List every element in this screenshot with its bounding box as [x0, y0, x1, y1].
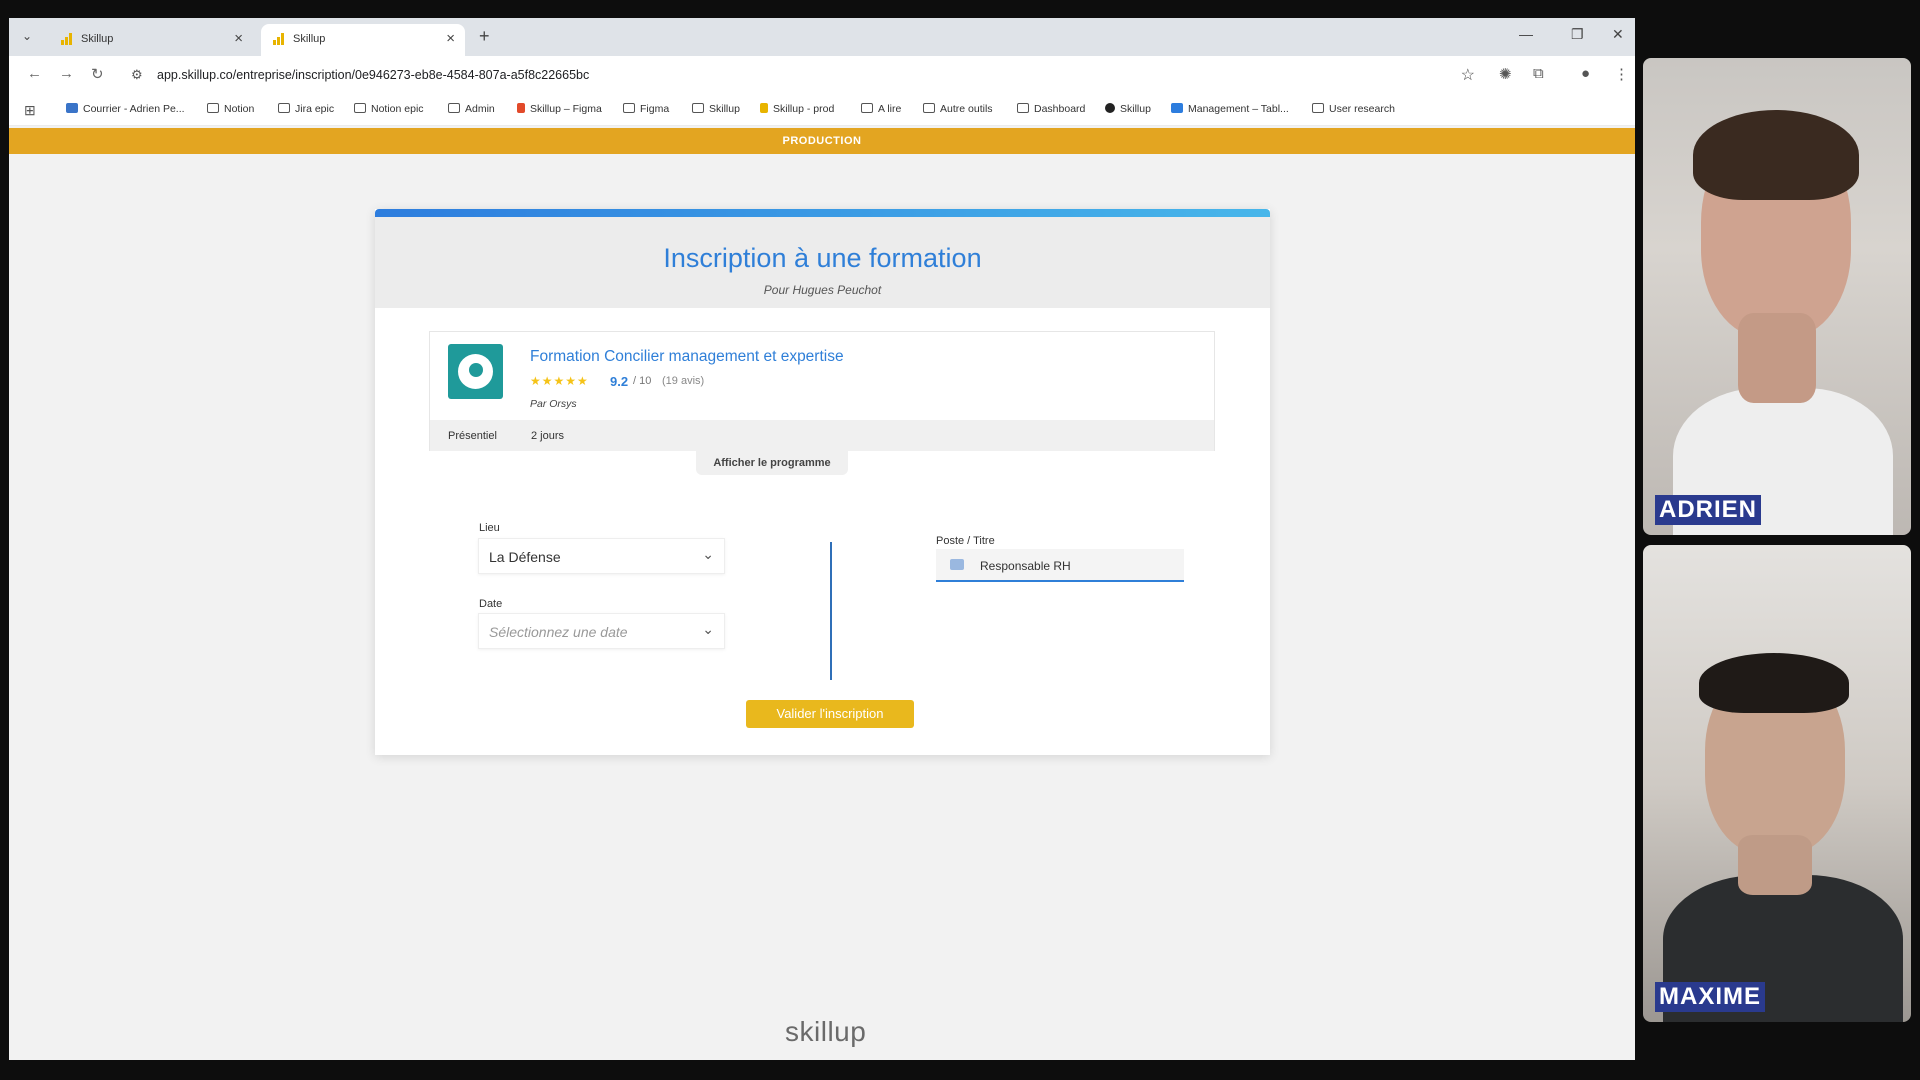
skillup-favicon-icon: [273, 33, 285, 45]
participant-name-tag: MAXIME: [1655, 982, 1765, 1012]
course-title[interactable]: Formation Concilier management et expert…: [530, 348, 844, 366]
reload-icon[interactable]: ↻: [91, 65, 104, 83]
bookmark-skillup-github[interactable]: Skillup: [1105, 103, 1151, 115]
production-banner: PRODUCTION: [9, 128, 1635, 154]
browser-toolbar: ← → ↻ ⚙ app.skillup.co/entreprise/inscri…: [9, 56, 1635, 94]
apps-grid-icon[interactable]: ⊞: [24, 102, 36, 119]
form-divider: [830, 542, 832, 680]
course-provider: Par Orsys: [530, 398, 577, 410]
bookmark-management[interactable]: Management – Tabl...: [1171, 103, 1289, 115]
review-count: (19 avis): [662, 375, 705, 387]
extensions-puzzle-icon[interactable]: ⧉: [1533, 65, 1544, 82]
folder-icon: [207, 103, 219, 113]
lieu-label: Lieu: [479, 522, 500, 534]
poste-input[interactable]: Responsable RH: [936, 549, 1184, 582]
course-card[interactable]: Formation Concilier management et expert…: [429, 331, 1215, 451]
new-tab-icon[interactable]: +: [479, 26, 490, 47]
extension-icon[interactable]: ✺: [1499, 65, 1512, 83]
bookmarks-bar: ⊞ Courrier - Adrien Pe... Notion Jira ep…: [9, 94, 1635, 126]
skillup-icon: [760, 103, 768, 113]
page-title: Inscription à une formation: [663, 243, 982, 273]
poste-label: Poste / Titre: [936, 535, 995, 547]
date-label: Date: [479, 598, 503, 610]
participant-name-tag: ADRIEN: [1655, 495, 1762, 525]
bookmark-skillup-figma[interactable]: Skillup – Figma: [517, 103, 602, 115]
chevron-down-icon: ⌄: [702, 621, 714, 637]
folder-icon: [1017, 103, 1029, 113]
address-bar[interactable]: ⚙ app.skillup.co/entreprise/inscription/…: [123, 61, 1483, 89]
github-icon: [1105, 103, 1115, 113]
minimize-icon[interactable]: —: [1519, 26, 1533, 42]
tab-skillup-1[interactable]: Skillup ×: [49, 24, 253, 56]
tab-title: Skillup: [293, 33, 326, 45]
page-subtitle: Pour Hugues Peuchot: [763, 283, 882, 297]
folder-icon: [692, 103, 704, 113]
rating-value: 9.2: [610, 374, 629, 389]
menu-kebab-icon[interactable]: ⋮: [1614, 65, 1629, 83]
bookmark-skillup-prod[interactable]: Skillup - prod: [760, 103, 834, 115]
chevron-down-icon: ⌄: [702, 546, 714, 562]
tab-title: Skillup: [81, 33, 114, 45]
bookmark-skillup[interactable]: Skillup: [692, 103, 740, 115]
bookmark-figma[interactable]: Figma: [623, 103, 669, 115]
close-tab-icon[interactable]: ×: [234, 30, 243, 47]
briefcase-icon: [950, 559, 964, 570]
figma-icon: [517, 103, 525, 113]
bookmark-admin[interactable]: Admin: [448, 103, 495, 115]
rating-stars-icon: ★★★★★: [530, 374, 589, 388]
folder-icon: [354, 103, 366, 113]
jira-icon: [1171, 103, 1183, 113]
bookmark-star-icon[interactable]: ☆: [1461, 65, 1475, 85]
folder-icon: [623, 103, 635, 113]
bookmark-dashboard[interactable]: Dashboard: [1017, 103, 1085, 115]
skillup-footer-logo: skillup: [785, 1016, 867, 1047]
folder-icon: [278, 103, 290, 113]
bookmark-user-research[interactable]: User research: [1312, 103, 1395, 115]
lieu-select[interactable]: La Défense ⌄: [478, 538, 725, 574]
bookmark-autre-outils[interactable]: Autre outils: [923, 103, 993, 115]
course-mode: Présentiel: [448, 430, 497, 442]
profile-icon[interactable]: ●: [1581, 65, 1590, 82]
bookmark-notion[interactable]: Notion: [207, 103, 254, 115]
site-settings-icon[interactable]: ⚙: [131, 67, 143, 83]
browser-window: ⌄ Skillup × Skillup × + — ❐ ✕ ← → ↻ ⚙ ap…: [9, 18, 1635, 1060]
course-provider-logo: [448, 344, 503, 399]
url-text: app.skillup.co/entreprise/inscription/0e…: [157, 68, 590, 82]
submit-inscription-button[interactable]: Valider l'inscription: [746, 700, 914, 728]
restore-icon[interactable]: ❐: [1571, 26, 1584, 43]
close-window-icon[interactable]: ✕: [1612, 26, 1624, 43]
card-header: Inscription à une formation Pour Hugues …: [375, 217, 1270, 308]
folder-icon: [861, 103, 873, 113]
card-accent-line: [375, 209, 1270, 217]
tab-search-chevron-icon[interactable]: ⌄: [17, 26, 37, 46]
show-program-button[interactable]: Afficher le programme: [696, 451, 848, 475]
lieu-value: La Défense: [489, 549, 561, 565]
outlook-icon: [66, 103, 78, 113]
video-tile-adrien: ADRIEN: [1643, 58, 1911, 535]
date-select[interactable]: Sélectionnez une date ⌄: [478, 613, 725, 649]
bookmark-a-lire[interactable]: A lire: [861, 103, 901, 115]
folder-icon: [1312, 103, 1324, 113]
bookmark-courrier[interactable]: Courrier - Adrien Pe...: [66, 103, 185, 115]
forward-icon[interactable]: →: [59, 65, 74, 82]
video-tile-maxime: MAXIME: [1643, 545, 1911, 1022]
inscription-card: Inscription à une formation Pour Hugues …: [375, 209, 1270, 755]
poste-value: Responsable RH: [980, 559, 1071, 573]
folder-icon: [923, 103, 935, 113]
course-duration: 2 jours: [531, 430, 565, 442]
back-icon[interactable]: ←: [27, 65, 42, 82]
tab-bar: ⌄ Skillup × Skillup × + — ❐ ✕: [9, 18, 1635, 56]
bookmark-notion-epic[interactable]: Notion epic: [354, 103, 424, 115]
date-placeholder: Sélectionnez une date: [489, 624, 628, 640]
close-tab-icon[interactable]: ×: [446, 30, 455, 47]
rating-max: / 10: [633, 375, 652, 387]
tab-skillup-2[interactable]: Skillup ×: [261, 24, 465, 56]
folder-icon: [448, 103, 460, 113]
bookmark-jira-epic[interactable]: Jira epic: [278, 103, 334, 115]
skillup-favicon-icon: [61, 33, 73, 45]
course-meta-bar: Présentiel 2 jours: [430, 420, 1214, 451]
